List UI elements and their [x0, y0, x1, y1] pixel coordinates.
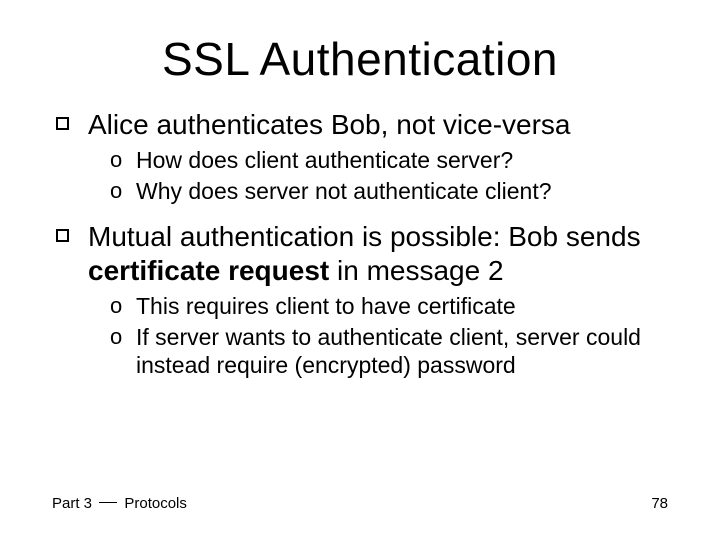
- sub-bullet-item: o If server wants to authenticate client…: [110, 323, 670, 381]
- slide: SSL Authentication Alice authenticates B…: [0, 0, 720, 540]
- sub-bullet-item: o How does client authenticate server?: [110, 146, 670, 175]
- circle-bullet-icon: o: [110, 146, 122, 174]
- square-bullet-icon: [56, 117, 69, 130]
- footer-part: Part 3: [52, 495, 96, 512]
- page-number: 78: [651, 495, 668, 512]
- bullet-list: Alice authenticates Bob, not vice-versa …: [50, 108, 670, 380]
- footer: Part 3 Protocols: [52, 495, 187, 512]
- sub-bullet-text: Why does server not authenticate client?: [136, 178, 552, 204]
- sub-bullet-list: o How does client authenticate server? o…: [110, 146, 670, 206]
- bullet-item: Alice authenticates Bob, not vice-versa …: [50, 108, 670, 206]
- circle-bullet-icon: o: [110, 177, 122, 205]
- bullet-text-bold: certificate request: [88, 255, 329, 286]
- bullet-text-prefix: Mutual authentication is possible: Bob s…: [88, 221, 641, 252]
- sub-bullet-item: o This requires client to have certifica…: [110, 292, 670, 321]
- sub-bullet-list: o This requires client to have certifica…: [110, 292, 670, 380]
- square-bullet-icon: [56, 229, 69, 242]
- emdash-icon: [99, 502, 117, 503]
- sub-bullet-text: This requires client to have certificate: [136, 293, 516, 319]
- sub-bullet-text: How does client authenticate server?: [136, 147, 513, 173]
- bullet-text-suffix: in message 2: [329, 255, 503, 286]
- sub-bullet-text: If server wants to authenticate client, …: [136, 324, 641, 379]
- sub-bullet-item: o Why does server not authenticate clien…: [110, 177, 670, 206]
- slide-title: SSL Authentication: [50, 32, 670, 86]
- bullet-text: Alice authenticates Bob, not vice-versa: [88, 109, 570, 140]
- footer-topic: Protocols: [120, 495, 187, 512]
- circle-bullet-icon: o: [110, 323, 122, 351]
- bullet-item: Mutual authentication is possible: Bob s…: [50, 220, 670, 381]
- circle-bullet-icon: o: [110, 292, 122, 320]
